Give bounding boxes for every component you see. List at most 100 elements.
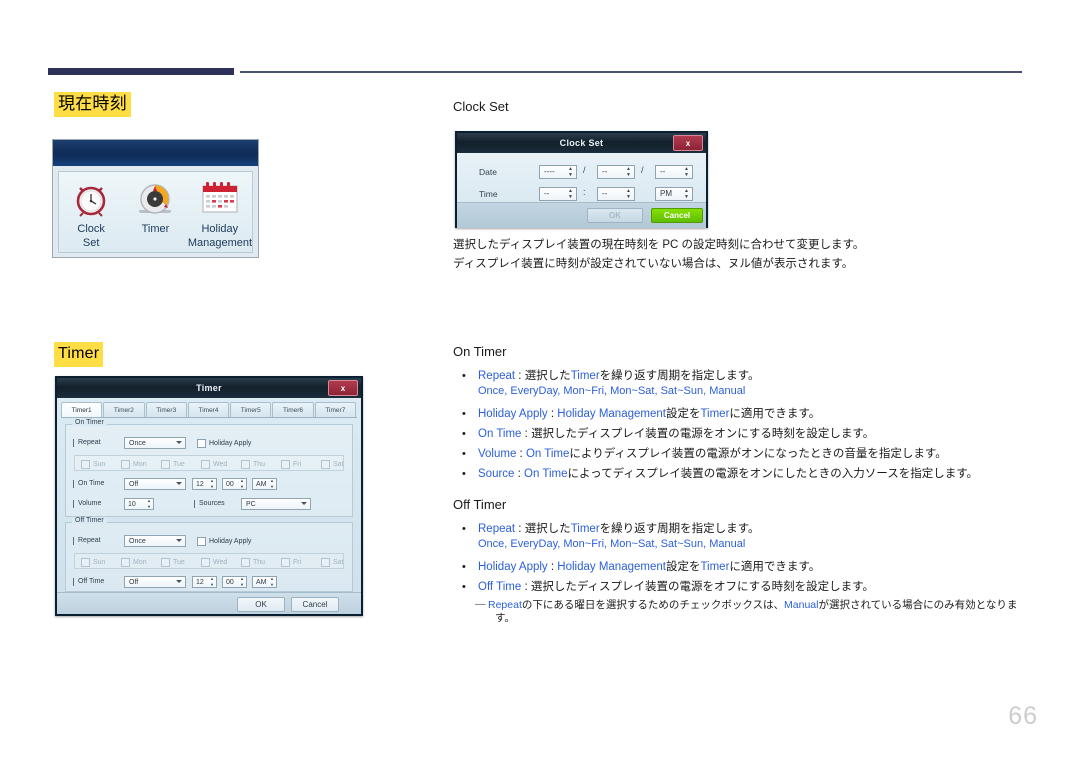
on-day-thu-checkbox[interactable]: Thu xyxy=(241,460,265,469)
spinner-arrows-icon[interactable]: ▲ ▼ xyxy=(567,188,574,200)
off-day-tue-checkbox[interactable]: Tue xyxy=(161,558,185,567)
on-day-mon-label: Mon xyxy=(133,461,147,468)
icon-panel-content: Clock Set Timer Holiday Management xyxy=(58,171,253,253)
time-minute-spinner[interactable]: -- ▲ ▼ xyxy=(597,186,635,201)
spinner-arrows-icon[interactable]: ▲ ▼ xyxy=(239,479,245,489)
tab-timer6[interactable]: Timer6 xyxy=(272,402,314,417)
on-day-sat-checkbox[interactable]: Sat xyxy=(321,460,344,469)
cancel-button[interactable]: Cancel xyxy=(651,208,703,223)
tab-timer4[interactable]: Timer4 xyxy=(187,402,230,417)
on-time-hour-spinner[interactable]: 12 ▲ ▼ xyxy=(192,478,217,490)
on-repeat-combo[interactable]: Once xyxy=(124,437,186,449)
off-day-mon-checkbox[interactable]: Mon xyxy=(121,558,147,567)
tab-timer2[interactable]: Timer2 xyxy=(103,402,145,417)
tab-timer1[interactable]: Timer1 xyxy=(61,402,103,417)
on-bullet-source-sep: : xyxy=(514,468,525,480)
spinner-arrows-icon[interactable]: ▲ ▼ xyxy=(239,577,245,587)
on-day-fri-checkbox[interactable]: Fri xyxy=(281,460,301,469)
off-repeat-combo[interactable]: Once xyxy=(124,535,186,547)
off-day-fri-label: Fri xyxy=(293,559,302,566)
off-day-sun-label: Sun xyxy=(93,559,106,566)
spinner-arrows-icon[interactable]: ▲ ▼ xyxy=(146,499,152,509)
chevron-down-icon xyxy=(176,580,182,583)
timer-cancel-button[interactable]: Cancel xyxy=(291,597,339,612)
on-bullet-holiday-mid: Timer xyxy=(700,408,730,420)
on-timer-bullet-repeat: • Repeat : 選択したTimerを繰り返す周期を指定します。 xyxy=(462,368,760,384)
clock-set-dialog-titlebar: Clock Set x xyxy=(457,133,706,153)
spinner-arrows-icon[interactable]: ▲ ▼ xyxy=(625,188,632,200)
on-day-tue-checkbox[interactable]: Tue xyxy=(161,460,185,469)
timer-ok-button[interactable]: OK xyxy=(237,597,285,612)
off-repeat-value: Once xyxy=(129,537,146,545)
icon-label-clock-set-line2: Set xyxy=(82,237,100,249)
on-time-ampm-spinner[interactable]: AM ▲ ▼ xyxy=(252,478,277,490)
spinner-arrows-icon[interactable]: ▲ ▼ xyxy=(683,188,690,200)
time-hour-spinner[interactable]: -- ▲ ▼ xyxy=(539,186,577,201)
on-day-sat-label: Sat xyxy=(333,461,344,468)
on-day-sun-checkbox[interactable]: Sun xyxy=(81,460,105,469)
close-icon[interactable]: x xyxy=(673,135,703,151)
on-bullet-source-term: Source xyxy=(478,468,515,480)
date-day-value: -- xyxy=(660,167,666,176)
on-time-ampm-value: AM xyxy=(256,480,267,488)
time-ampm-spinner[interactable]: PM ▲ ▼ xyxy=(655,186,693,201)
date-year-value: ---- xyxy=(544,167,555,176)
off-day-thu-checkbox[interactable]: Thu xyxy=(241,558,265,567)
close-icon[interactable]: x xyxy=(328,380,358,396)
on-time-minute-spinner[interactable]: 00 ▲ ▼ xyxy=(222,478,247,490)
spinner-arrows-icon[interactable]: ▲ ▼ xyxy=(269,479,275,489)
sources-combo[interactable]: PC xyxy=(241,498,311,510)
off-day-sun-checkbox[interactable]: Sun xyxy=(81,558,105,567)
tab-timer5[interactable]: Timer5 xyxy=(230,402,272,417)
tab-timer3[interactable]: Timer3 xyxy=(145,402,187,417)
checkbox-box-icon xyxy=(241,460,250,469)
spinner-arrows-icon[interactable]: ▲ ▼ xyxy=(625,166,632,178)
off-day-fri-checkbox[interactable]: Fri xyxy=(281,558,301,567)
icon-label-clock-set-line1: Clock xyxy=(77,223,105,235)
on-day-wed-checkbox[interactable]: Wed xyxy=(201,460,227,469)
volume-spinner[interactable]: 10 ▲ ▼ xyxy=(124,498,154,510)
chevron-down-icon xyxy=(176,482,182,485)
off-time-hour-spinner[interactable]: 12 ▲ ▼ xyxy=(192,576,217,588)
off-time-ampm-spinner[interactable]: AM ▲ ▼ xyxy=(252,576,277,588)
checkbox-box-icon xyxy=(121,558,130,567)
tab-timer7[interactable]: Timer7 xyxy=(314,402,356,417)
spinner-arrows-icon[interactable]: ▲ ▼ xyxy=(269,577,275,587)
off-day-sat-checkbox[interactable]: Sat xyxy=(321,558,344,567)
spinner-arrows-icon[interactable]: ▲ ▼ xyxy=(683,166,690,178)
off-holiday-apply-checkbox[interactable]: Holiday Apply xyxy=(197,537,251,546)
off-bullet-repeat-mid: Timer xyxy=(570,523,600,535)
on-bullet-ontime-tail: 選択したディスプレイ装置の電源をオンにする時刻を設定します。 xyxy=(531,428,875,440)
clock-set-dialog-footer: OK Cancel xyxy=(457,202,706,228)
date-day-spinner[interactable]: -- ▲ ▼ xyxy=(655,164,693,179)
date-month-spinner[interactable]: -- ▲ ▼ xyxy=(597,164,635,179)
off-time-combo[interactable]: Off xyxy=(124,576,186,588)
spinner-arrows-icon[interactable]: ▲ ▼ xyxy=(567,166,574,178)
icon-item-clock-set[interactable]: Clock Set xyxy=(59,177,123,249)
on-holiday-apply-checkbox[interactable]: Holiday Apply xyxy=(197,439,251,448)
off-time-ampm-value: AM xyxy=(256,578,267,586)
time-separator: : xyxy=(583,187,586,197)
ok-button[interactable]: OK xyxy=(587,208,643,223)
off-time-minute-spinner[interactable]: 00 ▲ ▼ xyxy=(222,576,247,588)
on-day-sun-label: Sun xyxy=(93,461,106,468)
on-timer-bullet-source: • Source : On Timeによってディスプレイ装置の電源をオンにしたと… xyxy=(462,466,978,482)
on-bullet-volume-sep: : xyxy=(516,448,526,460)
checkbox-box-icon xyxy=(201,460,210,469)
off-day-wed-checkbox[interactable]: Wed xyxy=(201,558,227,567)
bullet-dot-icon: • xyxy=(462,561,466,573)
icon-item-holiday-management[interactable]: Holiday Management xyxy=(188,177,252,249)
spinner-arrows-icon[interactable]: ▲ ▼ xyxy=(209,577,215,587)
icon-item-timer[interactable]: Timer xyxy=(123,177,187,235)
on-time-combo[interactable]: Off xyxy=(124,478,186,490)
on-timer-bullet-on-time: • On Time : 選択したディスプレイ装置の電源をオンにする時刻を設定しま… xyxy=(462,426,875,442)
time-minute-value: -- xyxy=(602,189,608,198)
spinner-arrows-icon[interactable]: ▲ ▼ xyxy=(209,479,215,489)
bullet-dot-icon: • xyxy=(462,448,466,460)
on-day-mon-checkbox[interactable]: Mon xyxy=(121,460,147,469)
off-bullet-repeat-tail: を繰り返す周期を指定します。 xyxy=(599,523,760,535)
timer-dialog-titlebar: Timer x xyxy=(57,378,361,398)
note-dash-icon: ― xyxy=(475,598,486,610)
date-year-spinner[interactable]: ---- ▲ ▼ xyxy=(539,164,577,179)
timer-dialog-footer: OK Cancel xyxy=(57,592,361,614)
